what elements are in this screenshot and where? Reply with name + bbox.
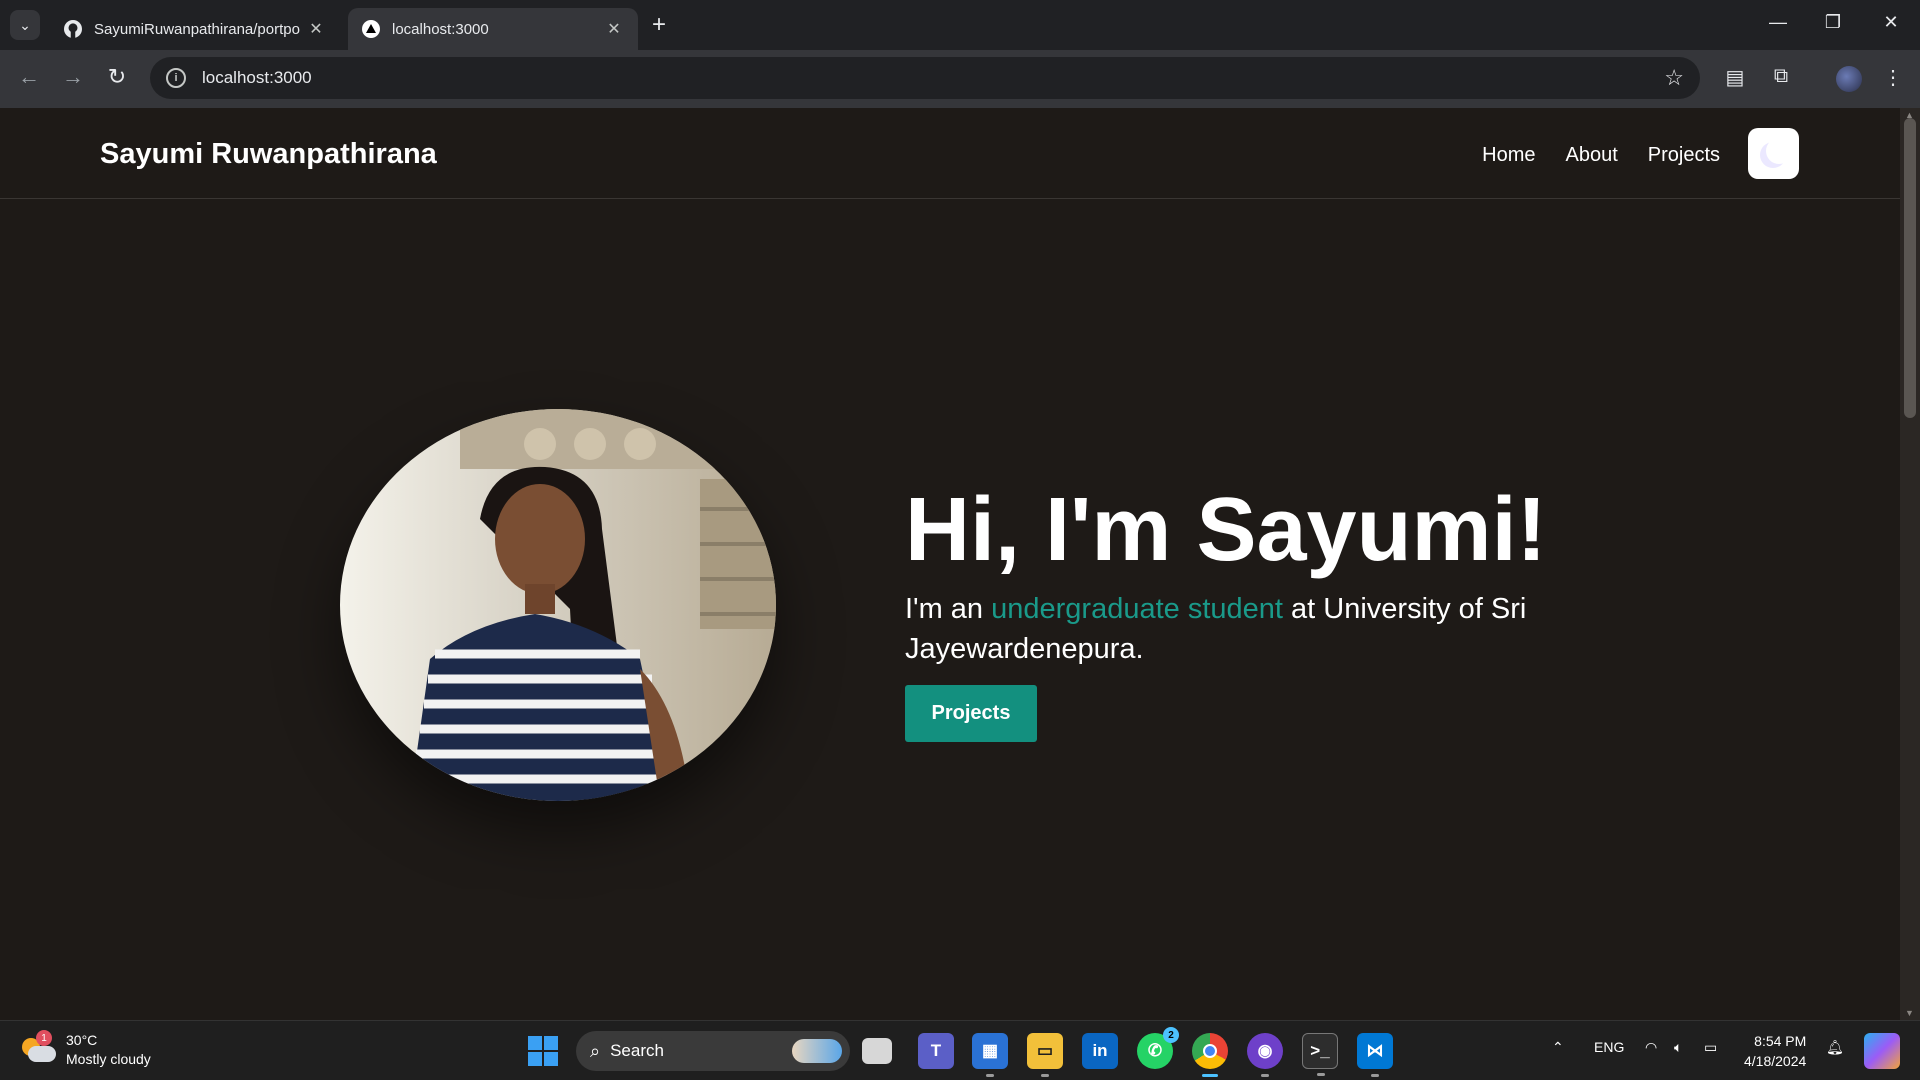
profile-photo [340,409,776,801]
github-desktop-icon[interactable]: ◉ [1247,1033,1283,1077]
chevron-up-icon[interactable]: ⌃ [1552,1039,1564,1056]
new-tab-button[interactable]: + [652,11,666,39]
site-info-icon[interactable]: i [166,68,186,88]
file-explorer-icon[interactable]: ▭ [1027,1033,1063,1077]
back-icon[interactable]: ← [14,64,44,90]
terminal-icon[interactable]: >_ [1302,1033,1338,1076]
restore-icon[interactable]: ❐ [1818,12,1848,33]
bookmark-star-icon[interactable]: ☆ [1664,65,1684,91]
taskbar-clock[interactable]: 8:54 PM 4/18/2024 [1744,1031,1806,1071]
hero-subtitle-accent: undergraduate student [991,593,1283,625]
projects-button[interactable]: Projects [905,685,1037,742]
menu-icon[interactable]: ⋮ [1878,65,1908,90]
search-label: Search [610,1041,664,1060]
extensions-icon[interactable]: ⧉ [1766,65,1796,88]
address-text: localhost:3000 [202,68,312,87]
whatsapp-icon[interactable]: ✆ 2 [1137,1027,1179,1069]
taskbar-search[interactable]: ⌕ Search [576,1031,850,1071]
task-view-icon[interactable] [862,1038,892,1064]
chrome-icon[interactable] [1192,1033,1228,1077]
teams-icon[interactable]: T [918,1033,954,1069]
browser-tab-bar: ⌄ SayumiRuwanpathirana/portpo ✕ localhos… [0,0,1920,50]
scrollbar-thumb[interactable] [1904,118,1916,418]
weather-icon: 1 [20,1030,56,1064]
search-icon: ⌕ [590,1040,601,1061]
store-icon[interactable]: ▦ [972,1033,1008,1077]
whatsapp-badge: 2 [1163,1027,1179,1043]
notification-bell-icon[interactable]: 🔔︎ [1826,1039,1844,1056]
page-scrollbar[interactable]: ▲ ▼ [1900,108,1920,1020]
scroll-down-icon[interactable]: ▼ [1905,1008,1914,1018]
close-icon[interactable]: ✕ [604,19,624,39]
hero-subtitle: I'm an undergraduate student at Universi… [905,589,1605,669]
close-window-icon[interactable]: ✕ [1876,12,1906,33]
moon-icon [1766,138,1792,164]
windows-start-icon[interactable] [528,1036,558,1066]
linkedin-icon[interactable]: in [1082,1033,1118,1069]
wifi-icon[interactable]: ◠ [1645,1039,1657,1056]
clock-date: 4/18/2024 [1744,1053,1807,1069]
address-bar[interactable]: i localhost:3000 ☆ [150,57,1700,99]
forward-icon[interactable]: → [58,64,88,90]
weather-widget[interactable]: 1 30°C Mostly cloudy [20,1030,151,1069]
nav-projects[interactable]: Projects [1648,144,1720,167]
tab-localhost[interactable]: localhost:3000 ✕ [348,8,638,50]
tab-title: localhost:3000 [392,20,489,38]
github-icon [64,20,82,38]
windows-taskbar: 1 30°C Mostly cloudy ⌕ Search T ▦ ▭ in ✆… [0,1020,1920,1080]
clock-time: 8:54 PM [1754,1033,1807,1049]
language-indicator[interactable]: ENG [1594,1039,1624,1055]
nav-home[interactable]: Home [1482,144,1535,167]
triangle-icon [362,20,380,38]
tab-title: SayumiRuwanpathirana/portpo [94,20,300,38]
site-header: Sayumi Ruwanpathirana Home About Project… [0,108,1900,199]
hero-section: Hi, I'm Sayumi! I'm an undergraduate stu… [0,199,1900,1020]
volume-icon[interactable]: 🔈︎ [1674,1039,1682,1056]
battery-icon[interactable]: ▭ [1704,1039,1717,1056]
vscode-icon[interactable]: ⋈ [1357,1033,1393,1077]
close-icon[interactable]: ✕ [306,19,326,39]
site-brand[interactable]: Sayumi Ruwanpathirana [100,138,437,171]
web-page: Sayumi Ruwanpathirana Home About Project… [0,108,1900,1020]
weather-desc: Mostly cloudy [66,1051,151,1067]
weather-temp: 30°C [66,1032,98,1048]
weather-badge: 1 [36,1030,52,1046]
browser-toolbar: ← → ↻ i localhost:3000 ☆ ▤ ⧉ ⋮ [0,50,1920,108]
search-highlight-image [792,1039,842,1063]
hero-title: Hi, I'm Sayumi! [905,480,1547,580]
tab-search-button[interactable]: ⌄ [10,10,40,40]
site-nav: Home About Projects [1482,144,1720,167]
nav-about[interactable]: About [1565,144,1617,167]
hero-subtitle-prefix: I'm an [905,593,992,625]
copilot-icon[interactable] [1864,1033,1900,1069]
minimize-icon[interactable]: — [1763,12,1793,33]
theme-toggle-button[interactable] [1748,128,1799,179]
profile-avatar[interactable] [1836,66,1862,92]
reading-list-icon[interactable]: ▤ [1720,65,1750,90]
tab-github[interactable]: SayumiRuwanpathirana/portpo ✕ [50,8,340,50]
reload-icon[interactable]: ↻ [102,64,132,90]
